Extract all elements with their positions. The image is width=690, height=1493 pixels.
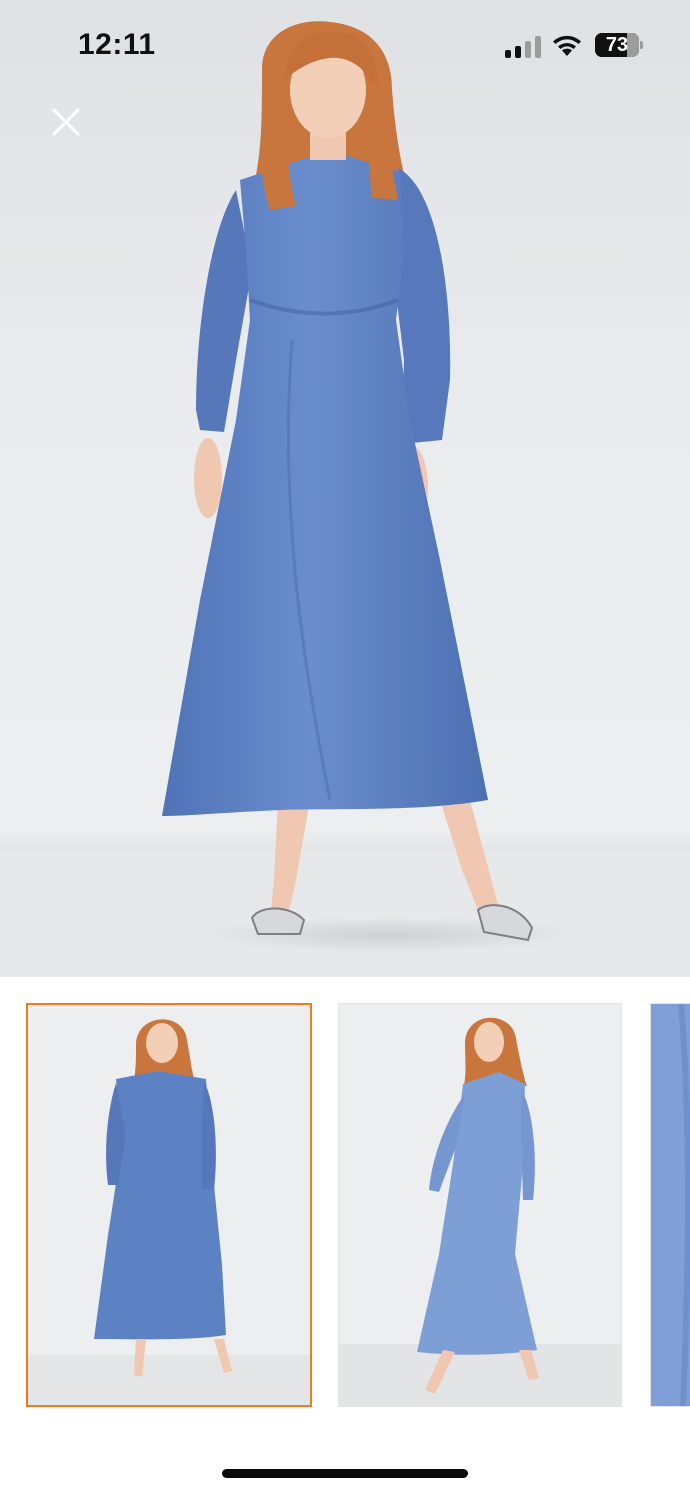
battery-icon: 73 bbox=[595, 33, 643, 57]
battery-level: 73 bbox=[595, 33, 639, 57]
status-time: 12:11 bbox=[78, 28, 156, 61]
close-button[interactable] bbox=[44, 100, 88, 144]
cellular-signal-icon bbox=[505, 34, 541, 58]
model-photo bbox=[162, 21, 580, 953]
thumbnail-front-view bbox=[28, 1005, 310, 1405]
thumbnail-2[interactable] bbox=[338, 1003, 622, 1407]
product-main-image[interactable]: 12:11 73 bbox=[0, 0, 690, 977]
thumbnail-side-view bbox=[339, 1004, 621, 1406]
status-bar: 12:11 73 bbox=[0, 0, 690, 90]
battery-percent: 73 bbox=[605, 34, 629, 56]
wifi-icon bbox=[553, 35, 581, 56]
thumbnail-1-selected[interactable] bbox=[26, 1003, 312, 1407]
thumbnail-3[interactable] bbox=[650, 1003, 690, 1407]
close-icon bbox=[52, 108, 80, 136]
thumbnail-fabric-detail bbox=[651, 1004, 690, 1406]
thumbnail-strip[interactable] bbox=[0, 1003, 690, 1407]
home-indicator[interactable] bbox=[222, 1469, 468, 1478]
